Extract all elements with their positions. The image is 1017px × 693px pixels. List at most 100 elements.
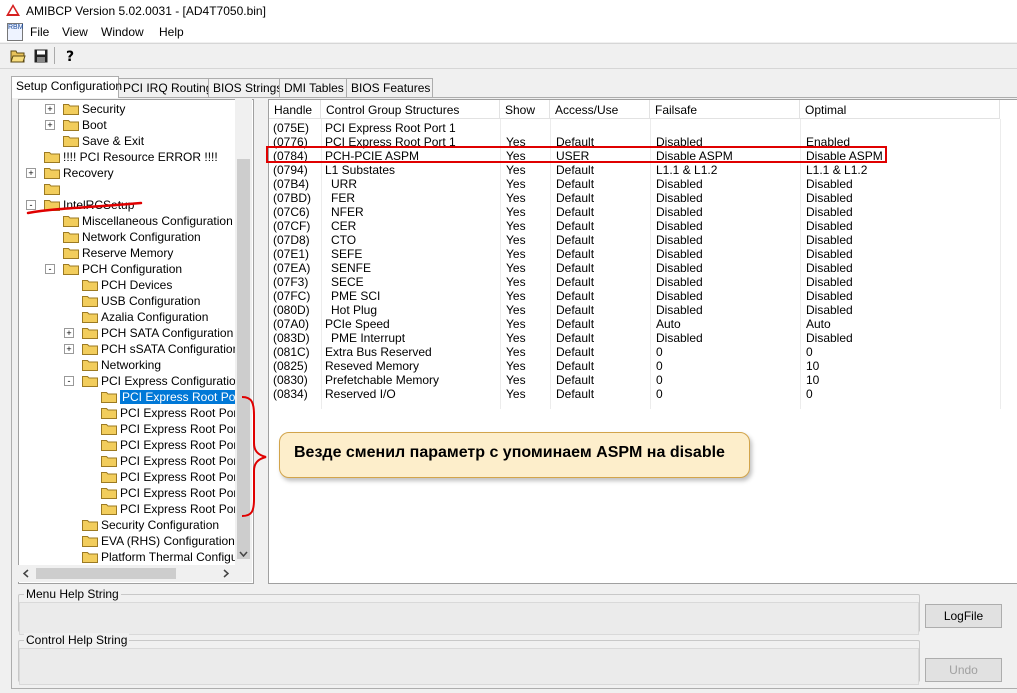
tree-item[interactable]: + Recovery xyxy=(19,165,253,181)
tree-item[interactable]: !!!! PCI Resource ERROR !!!! xyxy=(19,149,253,165)
tree-item[interactable]: Save & Exit xyxy=(19,133,253,149)
tree-horizontal-scroll-thumb[interactable] xyxy=(36,568,176,579)
cell-optimal[interactable]: Disabled xyxy=(806,261,853,275)
cell-optimal[interactable]: L1.1 & L1.2 xyxy=(806,163,867,177)
cell-optimal[interactable]: Disabled xyxy=(806,233,853,247)
tree-item[interactable]: Networking xyxy=(19,357,253,373)
cell-optimal[interactable]: Disabled xyxy=(806,303,853,317)
cell-access-use[interactable]: Default xyxy=(556,275,594,289)
cell-failsafe[interactable]: Disabled xyxy=(656,247,703,261)
column-header-access-use[interactable]: Access/Use xyxy=(550,100,650,119)
mdi-document-icon[interactable]: RBM xyxy=(7,23,24,41)
cell-optimal[interactable]: Disabled xyxy=(806,205,853,219)
undo-button[interactable]: Undo xyxy=(925,658,1002,682)
cell-show[interactable]: Yes xyxy=(506,219,526,233)
column-header-control-group[interactable]: Control Group Structures xyxy=(321,100,500,119)
expand-icon[interactable]: + xyxy=(45,104,55,114)
cell-failsafe[interactable]: Disabled xyxy=(656,275,703,289)
cell-access-use[interactable]: Default xyxy=(556,331,594,345)
cell-access-use[interactable]: Default xyxy=(556,261,594,275)
collapse-icon[interactable]: - xyxy=(64,376,74,386)
menu-window[interactable]: Window xyxy=(101,25,144,39)
cell-show[interactable]: Yes xyxy=(506,233,526,247)
cell-optimal[interactable]: Disabled xyxy=(806,289,853,303)
tree-item[interactable]: PCI Express Root Por xyxy=(19,389,253,405)
cell-show[interactable]: Yes xyxy=(506,359,526,373)
tree-horizontal-scrollbar[interactable] xyxy=(18,565,252,582)
cell-failsafe[interactable]: 0 xyxy=(656,345,663,359)
tab-dmi-tables[interactable]: DMI Tables xyxy=(279,78,350,97)
cell-failsafe[interactable]: Disabled xyxy=(656,233,703,247)
cell-show[interactable]: Yes xyxy=(506,303,526,317)
cell-access-use[interactable]: Default xyxy=(556,373,594,387)
cell-failsafe[interactable]: Disabled xyxy=(656,205,703,219)
column-header-optimal[interactable]: Optimal xyxy=(800,100,1000,119)
cell-access-use[interactable]: Default xyxy=(556,303,594,317)
cell-optimal[interactable]: Disabled xyxy=(806,331,853,345)
cell-show[interactable]: Yes xyxy=(506,261,526,275)
cell-show[interactable]: Yes xyxy=(506,289,526,303)
cell-failsafe[interactable]: Disabled xyxy=(656,303,703,317)
tree-item[interactable]: PCI Express Root Por xyxy=(19,469,253,485)
cell-failsafe[interactable]: 0 xyxy=(656,359,663,373)
cell-access-use[interactable]: Default xyxy=(556,205,594,219)
menu-help[interactable]: Help xyxy=(159,25,184,39)
save-button[interactable] xyxy=(31,46,51,65)
cell-access-use[interactable]: Default xyxy=(556,359,594,373)
cell-optimal[interactable]: Auto xyxy=(806,317,831,331)
menu-view[interactable]: View xyxy=(62,25,88,39)
tree-item[interactable]: PCI Express Root Por xyxy=(19,437,253,453)
tree-item[interactable]: PCI Express Root Por xyxy=(19,453,253,469)
column-header-show[interactable]: Show xyxy=(500,100,550,119)
cell-access-use[interactable]: Default xyxy=(556,345,594,359)
cell-access-use[interactable]: Default xyxy=(556,177,594,191)
cell-access-use[interactable]: Default xyxy=(556,191,594,205)
cell-show[interactable]: Yes xyxy=(506,373,526,387)
tree-item[interactable]: EVA (RHS) Configuration xyxy=(19,533,253,549)
collapse-icon[interactable]: - xyxy=(45,264,55,274)
cell-optimal[interactable]: Disabled xyxy=(806,219,853,233)
tab-pci-irq-routing[interactable]: PCI IRQ Routing xyxy=(118,78,212,97)
expand-icon[interactable]: + xyxy=(45,120,55,130)
cell-optimal[interactable]: 10 xyxy=(806,373,819,387)
cell-failsafe[interactable]: Disabled xyxy=(656,331,703,345)
tree-item[interactable]: PCI Express Root Por xyxy=(19,405,253,421)
cell-optimal[interactable]: Disabled xyxy=(806,275,853,289)
cell-failsafe[interactable]: Disabled xyxy=(656,177,703,191)
help-button[interactable]: ? xyxy=(60,46,80,65)
cell-failsafe[interactable]: Disabled xyxy=(656,261,703,275)
tab-setup-configuration[interactable]: Setup Configuration xyxy=(11,76,122,98)
tree-item[interactable]: Network Configuration xyxy=(19,229,253,245)
cell-show[interactable]: Yes xyxy=(506,191,526,205)
cell-failsafe[interactable]: Disabled xyxy=(656,219,703,233)
cell-failsafe[interactable]: Auto xyxy=(656,317,681,331)
cell-show[interactable]: Yes xyxy=(506,387,526,401)
scroll-left-arrow-icon[interactable] xyxy=(23,569,29,578)
tree-item[interactable]: + PCH sSATA Configuration xyxy=(19,341,253,357)
cell-failsafe[interactable]: 0 xyxy=(656,373,663,387)
cell-failsafe[interactable]: L1.1 & L1.2 xyxy=(656,163,717,177)
tree-item[interactable]: USB Configuration xyxy=(19,293,253,309)
cell-failsafe[interactable]: Disabled xyxy=(656,289,703,303)
tree-item[interactable]: PCI Express Root Por xyxy=(19,501,253,517)
tree-item[interactable]: Azalia Configuration xyxy=(19,309,253,325)
expand-icon[interactable]: + xyxy=(64,328,74,338)
cell-optimal[interactable]: 10 xyxy=(806,359,819,373)
tree-item[interactable]: PCH Devices xyxy=(19,277,253,293)
cell-optimal[interactable]: 0 xyxy=(806,345,813,359)
expand-icon[interactable]: + xyxy=(26,168,36,178)
cell-show[interactable]: Yes xyxy=(506,177,526,191)
column-header-handle[interactable]: Handle xyxy=(269,100,321,119)
tree-item[interactable]: + PCH SATA Configuration xyxy=(19,325,253,341)
tab-bios-strings[interactable]: BIOS Strings xyxy=(208,78,282,97)
cell-optimal[interactable]: Disabled xyxy=(806,247,853,261)
cell-show[interactable]: Yes xyxy=(506,331,526,345)
column-header-failsafe[interactable]: Failsafe xyxy=(650,100,800,119)
cell-show[interactable]: Yes xyxy=(506,247,526,261)
cell-failsafe[interactable]: 0 xyxy=(656,387,663,401)
cell-show[interactable]: Yes xyxy=(506,317,526,331)
cell-show[interactable]: Yes xyxy=(506,345,526,359)
expand-icon[interactable]: + xyxy=(64,344,74,354)
cell-access-use[interactable]: Default xyxy=(556,233,594,247)
cell-optimal[interactable]: 0 xyxy=(806,387,813,401)
